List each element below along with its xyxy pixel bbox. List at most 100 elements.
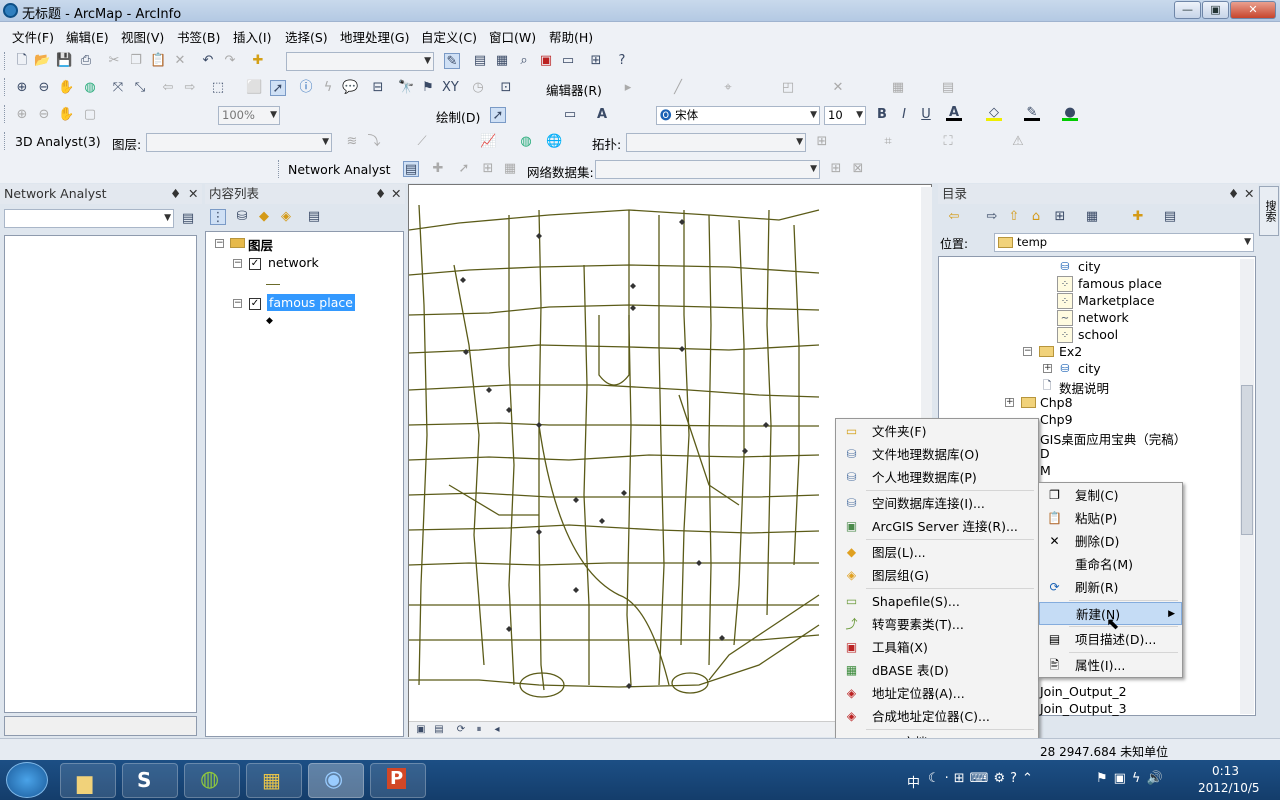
list-by-selection-icon[interactable]: ◈	[278, 209, 294, 225]
toolbar-grip[interactable]	[278, 160, 282, 178]
catalog-item[interactable]: Join_Output_3	[1040, 701, 1127, 716]
save-icon[interactable]: 💾	[56, 53, 72, 69]
marker-color-icon[interactable]: ●	[1062, 105, 1078, 121]
home-icon[interactable]: ⌂	[1028, 209, 1044, 225]
model-builder-icon[interactable]: ⊞	[588, 53, 604, 69]
toolbar-grip[interactable]	[4, 132, 8, 150]
paste-menu-item[interactable]: 📋 粘贴(P)	[1039, 507, 1182, 530]
delete-icon[interactable]: ✕	[172, 53, 188, 69]
topology-edit-icon[interactable]: ⌗	[880, 134, 896, 150]
toc-layer-famous-place[interactable]: famous place	[267, 294, 355, 311]
catalog-folder[interactable]: D	[1040, 446, 1050, 461]
text-tool-icon[interactable]: A	[594, 107, 610, 123]
views-icon[interactable]: ▦	[1084, 209, 1100, 225]
pan-icon[interactable]: ✋	[58, 80, 74, 96]
delete-menu-item[interactable]: ✕ 删除(D)	[1039, 530, 1182, 553]
paste-icon[interactable]: 📋	[150, 53, 166, 69]
toggle-contents-icon[interactable]: ⊞	[1052, 209, 1068, 225]
catalog-options-icon[interactable]: ▤	[1162, 209, 1178, 225]
python-window-icon[interactable]: ▭	[560, 53, 576, 69]
straight-segment-icon[interactable]: ╱	[670, 80, 686, 96]
menu-window[interactable]: 窗口(W)	[489, 27, 536, 46]
menu-customize[interactable]: 自定义(C)	[421, 27, 477, 46]
redo-icon[interactable]: ↷	[222, 53, 238, 69]
go-to-xy-icon[interactable]: XY	[442, 80, 459, 96]
contour-icon[interactable]: ≋	[344, 134, 360, 150]
line-color-icon[interactable]: ✎	[1024, 105, 1040, 121]
na-horizontal-scroll[interactable]	[4, 716, 197, 736]
fixed-zoom-in-icon[interactable]: ⤧	[110, 80, 126, 96]
clock-time[interactable]: 0:13	[1212, 764, 1239, 778]
refresh-view-icon[interactable]: ⟳	[453, 722, 469, 738]
connect-folder-icon[interactable]: ✚	[1130, 209, 1146, 225]
find-route-icon[interactable]: ⚑	[420, 80, 436, 96]
menu-file[interactable]: 文件(F)	[12, 27, 54, 46]
find-icon[interactable]: 🔭	[398, 80, 414, 96]
properties-menu-item[interactable]: 🖹 属性(I)...	[1039, 654, 1182, 677]
italic-button[interactable]: I	[896, 107, 912, 123]
start-button[interactable]	[6, 762, 48, 798]
time-slider-icon[interactable]: ◷	[470, 80, 486, 96]
layer-visibility-checkbox[interactable]: ✓	[249, 298, 261, 310]
expand-icon[interactable]: +	[1005, 398, 1014, 407]
editor-menu[interactable]: 编辑器(R)	[546, 80, 602, 99]
rectangle-icon[interactable]: ▭	[562, 107, 578, 123]
new-document-icon[interactable]: 🗋	[14, 53, 30, 69]
font-color-button[interactable]: A	[946, 105, 962, 121]
open-icon[interactable]: 📂	[34, 53, 50, 69]
menu-geoprocessing[interactable]: 地理处理(G)	[340, 27, 409, 46]
directions-icon[interactable]: ▦	[502, 161, 518, 177]
explorer-task[interactable]: ▆	[60, 763, 116, 798]
refresh-menu-item[interactable]: ⟳ 刷新(R)	[1039, 576, 1182, 599]
search-side-tab[interactable]: 搜索	[1259, 186, 1279, 236]
network-analysis-layer-combo[interactable]: ▼	[4, 209, 174, 228]
toc-layer-network[interactable]: network	[268, 255, 319, 270]
sketch-properties-icon[interactable]: ▤	[940, 80, 956, 96]
new-personal-gdb-item[interactable]: ⛁ 个人地理数据库(P)	[836, 466, 1038, 489]
3d-layer-combo[interactable]: ▼	[146, 133, 332, 152]
whats-this-icon[interactable]: ?	[614, 53, 630, 69]
menu-view[interactable]: 视图(V)	[121, 27, 164, 46]
measure-icon[interactable]: ⊟	[370, 80, 386, 96]
browser-task[interactable]: ◍	[184, 763, 240, 798]
scroll-left-icon[interactable]: ◂	[489, 722, 505, 738]
list-by-source-icon[interactable]: ⛁	[234, 209, 250, 225]
create-viewer-icon[interactable]: ⊡	[498, 80, 514, 96]
print-icon[interactable]: ⎙	[78, 53, 94, 69]
rename-menu-item[interactable]: 重命名(M)	[1039, 553, 1182, 576]
new-toolbox-item[interactable]: ▣ 工具箱(X)	[836, 636, 1038, 659]
arcglobe-icon[interactable]: 🌐	[546, 134, 562, 150]
forward-extent-icon[interactable]: ⇨	[182, 80, 198, 96]
zoom-in-icon[interactable]: ⊕	[14, 80, 30, 96]
arccatalog-task[interactable]: ▦	[246, 763, 302, 798]
forward-arrow-icon[interactable]: ⇨	[984, 209, 1000, 225]
maximize-button[interactable]: ▣	[1202, 1, 1229, 19]
catalog-vertical-scroll[interactable]	[1240, 259, 1254, 714]
network-identify-icon[interactable]: ⊠	[850, 161, 866, 177]
layout-zoom-combo[interactable]: 100% ▼	[218, 106, 280, 125]
build-network-icon[interactable]: ⊞	[828, 161, 844, 177]
catalog-folder[interactable]: Chp9	[1040, 412, 1073, 427]
new-layer-item[interactable]: ◆ 图层(L)...	[836, 541, 1038, 564]
up-one-level-icon[interactable]: ⇧	[1006, 209, 1022, 225]
pin-icon[interactable]: ♦	[1228, 184, 1239, 204]
html-popup-icon[interactable]: 💬	[342, 80, 358, 96]
select-elements-icon[interactable]: ➚	[270, 80, 286, 96]
collapse-icon[interactable]: −	[233, 259, 242, 268]
error-inspector-icon[interactable]: ⚠	[1010, 134, 1026, 150]
powerpoint-task[interactable]: P	[370, 763, 426, 798]
sogou-task[interactable]: S	[122, 763, 178, 798]
catalog-folder[interactable]: M	[1040, 463, 1051, 478]
system-tray-icons[interactable]: ⚑▣ϟ🔊	[1096, 771, 1169, 786]
menu-help[interactable]: 帮助(H)	[549, 27, 593, 46]
undo-icon[interactable]: ↶	[200, 53, 216, 69]
3d-analyst-menu[interactable]: 3D Analyst(3)	[15, 134, 101, 149]
toolbar-grip[interactable]	[4, 105, 8, 123]
layout-view-icon[interactable]: ▤	[431, 722, 447, 738]
select-features-icon[interactable]: ⬚	[210, 80, 226, 96]
split-icon[interactable]: ✕	[830, 80, 846, 96]
catalog-folder[interactable]: Ex2	[1059, 344, 1082, 359]
close-panel-icon[interactable]: ✕	[1244, 184, 1254, 204]
new-address-locator-item[interactable]: ◈ 地址定位器(A)...	[836, 682, 1038, 705]
catalog-window-icon[interactable]: ▦	[494, 53, 510, 69]
